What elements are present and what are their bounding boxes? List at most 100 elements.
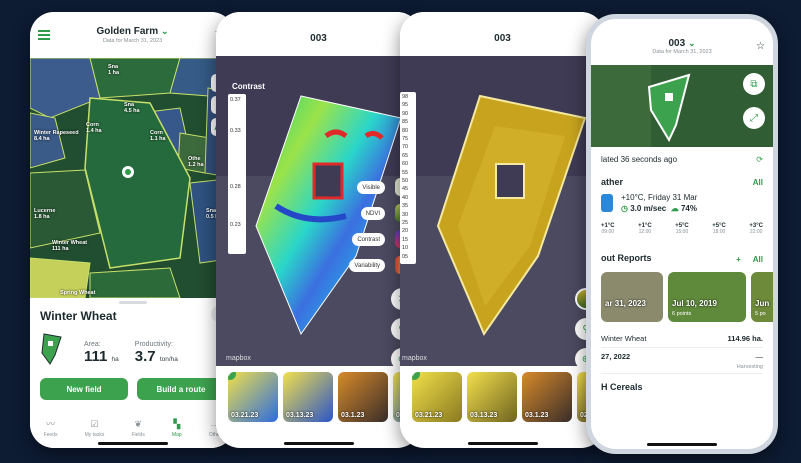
forecast-hour: +3°C 22:00 — [749, 223, 763, 235]
variability-toggle[interactable]: Variability — [349, 259, 385, 272]
data-date: Data for March 31, 2023 — [652, 48, 712, 55]
visible-toggle[interactable]: Visible — [357, 181, 385, 194]
field-label: Winter Wheat 111 ha — [52, 240, 88, 253]
task-type: Harvesting — [736, 364, 763, 370]
build-route-button[interactable]: Build a route — [137, 378, 225, 400]
legend-tick: 50 — [402, 178, 409, 184]
yield-map[interactable]: 98 95 90 85 80 75 70 65 60 55 50 45 40 35 30 25 20 15 10 05… — [400, 56, 605, 366]
farm-selector[interactable]: Golden Farm ⌄ Data for March 31, 2023 — [96, 26, 168, 44]
legend-tick: 25 — [402, 220, 409, 226]
layers-icon[interactable]: ⧉ — [743, 73, 765, 95]
tab-map[interactable]: ▚ Map — [172, 419, 182, 438]
fields-icon: ❦ — [134, 419, 142, 429]
chevron-down-icon[interactable]: ⌄ — [688, 38, 696, 48]
tasks-icon: ☑ — [90, 419, 99, 429]
weather-icon — [601, 194, 613, 212]
crop-name: Winter Wheat — [601, 334, 647, 343]
thumbnail[interactable]: 03.13.23 — [283, 372, 333, 422]
date-thumbnails: ✓03.21.23 03.13.23 03.1.23 02 — [216, 366, 421, 426]
humidity-icon: ☁ — [670, 204, 679, 213]
legend-tick: 70 — [402, 144, 409, 151]
hourly-forecast: +1°C 09:00 +1°C 12:00 +5°C 15:00 +5°C 18:00 … — [601, 223, 763, 235]
add-icon[interactable]: + — [736, 255, 741, 264]
weather-heading: ather — [601, 177, 624, 187]
home-indicator — [283, 442, 354, 445]
humidity: 74% — [680, 204, 697, 213]
forecast-hour: +1°C 09:00 — [601, 223, 615, 235]
new-field-button[interactable]: New field — [40, 378, 128, 400]
thumbnail[interactable]: 03.1.23 — [522, 372, 572, 422]
legend-tick: 20 — [402, 228, 409, 235]
home-indicator — [467, 442, 538, 445]
ndvi-overlay — [216, 56, 421, 366]
field-label: Sna 4.5 ha — [124, 102, 140, 115]
field-label: Sna 1 ha — [108, 64, 120, 77]
yield-overlay — [400, 56, 605, 366]
home-indicator — [97, 442, 168, 445]
thumbnail[interactable]: ✓ 03.21.23 — [412, 372, 462, 422]
mapbox-attribution: mapbox — [226, 355, 251, 362]
forecast-hour: +5°C 18:00 — [712, 223, 726, 235]
productivity-stat: Productivity: 3.7 ton/ha — [134, 341, 178, 365]
section-heading: H Cereals — [601, 382, 643, 392]
chevron-down-icon: ⌄ — [160, 26, 169, 36]
field-label: Spring Wheat — [60, 290, 96, 296]
top-bar: 003 ▲ — [216, 12, 421, 56]
tab-fields[interactable]: ❦ Fields — [131, 419, 144, 438]
reports-all-link[interactable]: All — [753, 255, 763, 264]
report-card[interactable]: ar 31, 2023 — [601, 272, 663, 322]
expand-icon[interactable]: ⤢ — [743, 107, 765, 129]
forecast-hour: +5°C 15:00 — [675, 223, 689, 235]
task-value: — — [755, 352, 764, 361]
legend-tick: 45 — [402, 186, 409, 193]
check-icon: ✓ — [228, 372, 236, 380]
ndvi-legend: 0.37 0.33 0.28 0.23 — [228, 94, 246, 254]
check-icon: ✓ — [412, 372, 420, 380]
phone-field-detail-screen: 003 ⌄ Data for March 31, 2023 ☆ ⧉ ⤢ late… — [586, 14, 778, 454]
phone-ndvi-screen: 003 ▲ Contrast 0.37 — [216, 12, 421, 448]
task-date: 27, 2022 — [601, 352, 631, 361]
ndvi-map[interactable]: Contrast 0.37 0.33 0.28 0.23 Visible NDV… — [216, 56, 421, 366]
top-bar: Golden Farm ⌄ Data for March 31, 2023 — [30, 12, 235, 58]
location-pin-icon[interactable] — [122, 166, 134, 178]
refresh-icon[interactable]: ⟳ — [756, 155, 763, 164]
tab-my-tasks[interactable]: ☑ My tasks — [85, 419, 105, 438]
thumbnail[interactable]: ✓ 03.21.23 — [228, 372, 278, 422]
menu-icon[interactable] — [38, 30, 50, 40]
updated-text: lated 36 seconds ago — [601, 154, 678, 164]
fields-map[interactable]: Sna 1 ha Winter Rapeseed 8.4 ha Corn 1.1 ha… — [30, 58, 235, 298]
ndvi-toggle[interactable]: NDVI — [360, 207, 385, 220]
top-bar: 003 ⌄ Data for March 31, 2023 ☆ — [591, 19, 773, 65]
task-row[interactable]: 27, 2022 — Harvesting — [601, 348, 763, 374]
legend-tick: 98 — [402, 94, 409, 100]
tab-feeds[interactable]: 〰 Feeds — [44, 417, 58, 438]
weather-all-link[interactable]: All — [753, 178, 763, 187]
legend-tick: 10 — [402, 245, 409, 252]
star-icon[interactable]: ☆ — [756, 41, 765, 52]
field-label: Corn 1.1 ha — [150, 130, 166, 143]
legend-tick: 30 — [402, 211, 409, 218]
mapbox-attribution: mapbox — [402, 355, 427, 362]
report-card[interactable]: Jun 5 po — [751, 272, 773, 322]
tab-bar: 〰Feeds ☑My tasks ❦Fields ▚Map ···Other — [30, 410, 235, 438]
feed-icon: 〰 — [46, 419, 56, 429]
legend-tick: 40 — [402, 194, 409, 201]
legend-tick: 65 — [402, 152, 409, 159]
contrast-toggle[interactable]: Contrast — [352, 233, 385, 246]
crop-row[interactable]: Winter Wheat 114.96 ha. — [601, 330, 763, 348]
report-card[interactable]: Jul 10, 2019 6 points — [668, 272, 746, 322]
date-thumbnails: ✓03.21.23 03.13.23 03.1.23 02 — [400, 366, 605, 426]
thumbnail[interactable]: 03.1.23 — [338, 372, 388, 422]
field-thumbnail-map[interactable]: ⧉ ⤢ — [591, 65, 773, 147]
report-cards: ar 31, 2023 Jul 10, 2019 6 points Jun 5 po — [591, 272, 773, 322]
legend-tick: 60 — [402, 161, 409, 168]
overlay-label: Contrast — [232, 82, 265, 91]
data-date: Data for March 31, 2023 — [102, 38, 163, 44]
area-stat: Area: 111 ha — [84, 341, 119, 365]
yield-legend: 98 95 90 85 80 75 70 65 60 55 50 45 40 35 30 25 20 15 10 05 — [400, 92, 416, 264]
home-indicator — [647, 443, 717, 446]
legend-tick: 95 — [402, 102, 409, 109]
thumbnail[interactable]: 03.13.23 — [467, 372, 517, 422]
phone-map-screen: Golden Farm ⌄ Data for March 31, 2023 Sn… — [30, 12, 235, 448]
sheet-handle[interactable] — [118, 301, 147, 304]
